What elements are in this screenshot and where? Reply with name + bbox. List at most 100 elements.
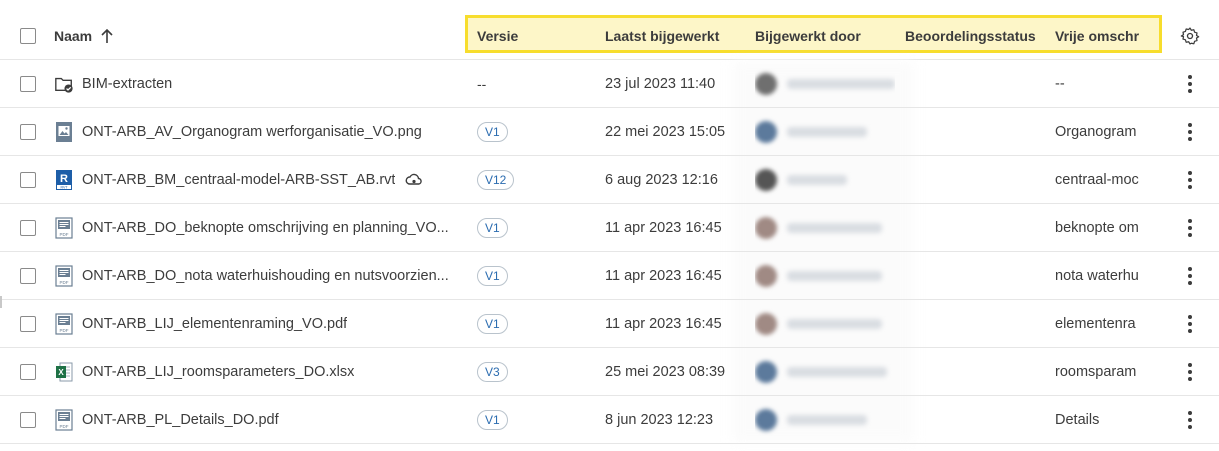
row-checkbox[interactable] xyxy=(20,123,36,140)
table-row[interactable]: PDF ONT-ARB_PL_Details_DO.pdf V1 8 jun 2… xyxy=(0,396,1219,444)
avatar xyxy=(755,312,777,335)
row-checkbox-cell xyxy=(20,252,38,299)
more-actions-icon[interactable] xyxy=(1180,204,1200,251)
avatar xyxy=(755,72,777,95)
resize-handle[interactable] xyxy=(0,296,2,308)
file-name-cell[interactable]: PDF ONT-ARB_PL_Details_DO.pdf xyxy=(54,396,454,443)
avatar xyxy=(755,360,777,383)
description: roomsparam xyxy=(1055,363,1137,380)
row-checkbox[interactable] xyxy=(20,411,36,428)
table-row[interactable]: X ONT-ARB_LIJ_roomsparameters_DO.xlsx V3… xyxy=(0,348,1219,396)
file-name[interactable]: BIM-extracten xyxy=(82,76,172,92)
column-header-vrije-omschrijving[interactable]: Vrije omschr xyxy=(1055,12,1139,59)
pdf-file-icon: PDF xyxy=(54,312,74,335)
file-name[interactable]: ONT-ARB_LIJ_roomsparameters_DO.xlsx xyxy=(82,364,354,380)
version-badge[interactable]: V3 xyxy=(477,361,508,382)
version-badge[interactable]: V12 xyxy=(477,169,515,190)
pdf-file-icon: PDF xyxy=(54,216,74,239)
updated-by-redacted xyxy=(755,60,895,107)
avatar xyxy=(755,168,777,191)
row-checkbox[interactable] xyxy=(20,75,36,92)
file-name-cell[interactable]: BIM-extracten xyxy=(54,60,454,107)
row-checkbox[interactable] xyxy=(20,267,36,284)
file-name[interactable]: ONT-ARB_AV_Organogram werforganisatie_VO… xyxy=(82,124,422,140)
column-header-laatst-bijgewerkt[interactable]: Laatst bijgewerkt xyxy=(605,12,745,59)
more-actions-icon[interactable] xyxy=(1180,300,1200,347)
row-checkbox-cell xyxy=(20,108,38,155)
more-actions-icon[interactable] xyxy=(1180,108,1200,155)
column-header-bijgewerkt-door[interactable]: Bijgewerkt door xyxy=(755,12,895,59)
file-name-cell[interactable]: PDF ONT-ARB_LIJ_elementenraming_VO.pdf xyxy=(54,300,454,347)
svg-text:R: R xyxy=(60,173,68,185)
avatar xyxy=(755,120,777,143)
version-badge[interactable]: V1 xyxy=(477,409,508,430)
more-actions-icon[interactable] xyxy=(1180,156,1200,203)
column-header-versie[interactable]: Versie xyxy=(477,12,587,59)
svg-text:X: X xyxy=(58,368,64,377)
row-checkbox[interactable] xyxy=(20,363,36,380)
row-checkbox-cell xyxy=(20,156,38,203)
row-checkbox[interactable] xyxy=(20,171,36,188)
updated-date: 11 apr 2023 16:45 xyxy=(605,219,722,236)
file-name[interactable]: ONT-ARB_DO_nota waterhuishouding en nuts… xyxy=(82,268,449,284)
pdf-file-icon: PDF xyxy=(54,408,74,431)
row-checkbox[interactable] xyxy=(20,219,36,236)
pdf-file-icon: PDF xyxy=(54,264,74,287)
version-cell: V1 xyxy=(477,204,587,251)
column-header-beoordelingsstatus[interactable]: Beoordelingsstatus xyxy=(905,12,1045,59)
row-checkbox[interactable] xyxy=(20,315,36,332)
excel-file-icon: X xyxy=(54,361,74,383)
table-row[interactable]: PDF ONT-ARB_LIJ_elementenraming_VO.pdf V… xyxy=(0,300,1219,348)
updated-date: 22 mei 2023 15:05 xyxy=(605,123,726,140)
sort-ascending-icon[interactable] xyxy=(100,28,114,44)
version-badge[interactable]: V1 xyxy=(477,313,508,334)
svg-text:RVT: RVT xyxy=(60,185,68,189)
file-name[interactable]: ONT-ARB_DO_beknopte omschrijving en plan… xyxy=(82,220,449,236)
row-checkbox-cell xyxy=(20,204,38,251)
file-name-cell[interactable]: ONT-ARB_AV_Organogram werforganisatie_VO… xyxy=(54,108,454,155)
version-badge[interactable]: V1 xyxy=(477,265,508,286)
updated-date: 11 apr 2023 16:45 xyxy=(605,267,722,284)
updated-by-redacted xyxy=(755,300,895,347)
column-header-name[interactable]: Naam xyxy=(54,12,454,59)
updated-by-redacted xyxy=(755,204,895,251)
file-name[interactable]: ONT-ARB_PL_Details_DO.pdf xyxy=(82,412,279,428)
version-cell: V1 xyxy=(477,300,587,347)
description: beknopte om xyxy=(1055,219,1139,236)
description: -- xyxy=(1055,75,1065,92)
column-header-name-label: Naam xyxy=(54,27,93,44)
svg-text:PDF: PDF xyxy=(60,424,69,429)
more-actions-icon[interactable] xyxy=(1180,348,1200,395)
table-row[interactable]: R RVT ONT-ARB_BM_centraal-model-ARB-SST_A… xyxy=(0,156,1219,204)
file-name-cell[interactable]: R RVT ONT-ARB_BM_centraal-model-ARB-SST_A… xyxy=(54,156,454,203)
table-row[interactable]: BIM-extracten -- 23 jul 2023 11:40 -- xyxy=(0,60,1219,108)
version-value: -- xyxy=(477,75,487,92)
table-row[interactable]: ONT-ARB_AV_Organogram werforganisatie_VO… xyxy=(0,108,1219,156)
updated-by-redacted xyxy=(755,396,895,443)
file-name-cell[interactable]: PDF ONT-ARB_DO_nota waterhuishouding en … xyxy=(54,252,454,299)
file-name-cell[interactable]: PDF ONT-ARB_DO_beknopte omschrijving en … xyxy=(54,204,454,251)
more-actions-icon[interactable] xyxy=(1180,60,1200,107)
updated-by-redacted xyxy=(755,252,895,299)
file-name[interactable]: ONT-ARB_BM_centraal-model-ARB-SST_AB.rvt xyxy=(82,172,395,188)
version-cell: V1 xyxy=(477,396,587,443)
select-all-checkbox[interactable] xyxy=(20,27,36,44)
column-settings-gear-icon[interactable] xyxy=(1178,12,1202,59)
version-badge[interactable]: V1 xyxy=(477,121,508,142)
updated-by-redacted xyxy=(755,348,895,395)
cloud-model-icon xyxy=(405,173,423,187)
table-header: Naam Versie Laatst bijgewerkt Bijgewerkt… xyxy=(0,12,1219,60)
updated-date: 6 aug 2023 12:16 xyxy=(605,171,718,188)
svg-text:PDF: PDF xyxy=(60,280,69,285)
file-name-cell[interactable]: X ONT-ARB_LIJ_roomsparameters_DO.xlsx xyxy=(54,348,454,395)
updated-date: 25 mei 2023 08:39 xyxy=(605,363,726,380)
table-row[interactable]: PDF ONT-ARB_DO_nota waterhuishouding en … xyxy=(0,252,1219,300)
table-row[interactable]: PDF ONT-ARB_DO_beknopte omschrijving en … xyxy=(0,204,1219,252)
file-name[interactable]: ONT-ARB_LIJ_elementenraming_VO.pdf xyxy=(82,316,347,332)
more-actions-icon[interactable] xyxy=(1180,396,1200,443)
version-badge[interactable]: V1 xyxy=(477,217,508,238)
updated-by-redacted xyxy=(755,108,895,155)
more-actions-icon[interactable] xyxy=(1180,252,1200,299)
description: Organogram xyxy=(1055,123,1137,140)
description: elementenra xyxy=(1055,315,1136,332)
